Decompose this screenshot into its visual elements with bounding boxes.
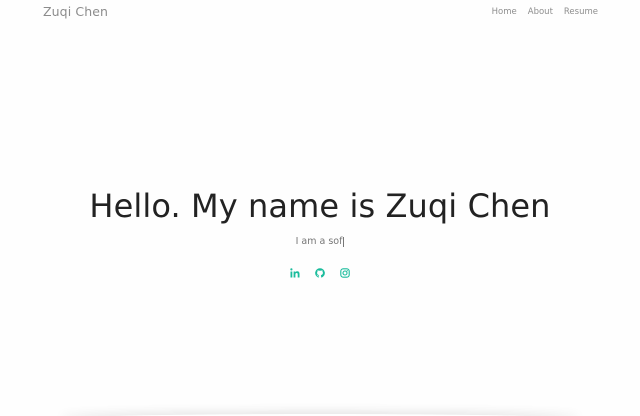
hero-title: Hello. My name is Zuqi Chen [89, 187, 551, 225]
instagram-icon [340, 268, 350, 278]
instagram-link[interactable] [339, 267, 351, 279]
hero-section: Hello. My name is Zuqi Chen I am a sof [0, 186, 640, 279]
typed-text: I am a sof [295, 236, 343, 247]
typed-subtitle: I am a sof [0, 235, 640, 249]
nav-item-about[interactable]: About [528, 7, 553, 17]
social-links [0, 267, 640, 279]
nav-links: Home About Resume [492, 7, 598, 17]
nav-item-resume[interactable]: Resume [564, 7, 598, 17]
brand-link[interactable]: Zuqi Chen [43, 4, 108, 19]
navbar: Zuqi Chen Home About Resume [0, 0, 640, 24]
linkedin-link[interactable] [289, 267, 301, 279]
linkedin-icon [290, 268, 300, 278]
nav-item-home[interactable]: Home [492, 7, 517, 17]
github-link[interactable] [314, 267, 326, 279]
typing-caret [343, 236, 345, 247]
page: Zuqi Chen Home About Resume Hello. My na… [0, 0, 640, 416]
github-icon [315, 268, 325, 278]
